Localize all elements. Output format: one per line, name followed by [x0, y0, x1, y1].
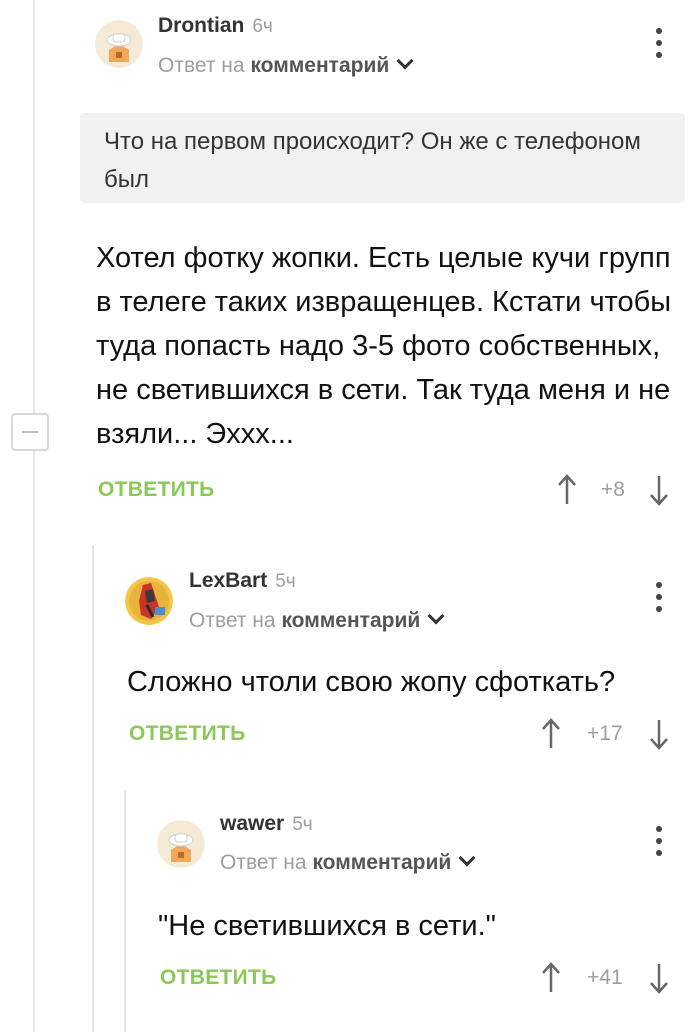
arrow-up-icon[interactable]	[541, 718, 561, 750]
reply-to[interactable]: Ответ на комментарий	[189, 607, 445, 633]
collapse-icon[interactable]	[11, 413, 49, 451]
thread-line-level1	[92, 545, 94, 1032]
avatar[interactable]	[157, 820, 205, 868]
arrow-down-icon[interactable]	[649, 718, 669, 750]
avatar[interactable]	[125, 577, 173, 625]
reply-to[interactable]: Ответ на комментарий	[220, 849, 476, 875]
comment-time: 6ч	[252, 16, 273, 37]
arrow-up-icon[interactable]	[541, 962, 561, 994]
chevron-down-icon[interactable]	[427, 607, 445, 625]
avatar-chef-icon	[95, 20, 143, 68]
reply-button[interactable]: ОТВЕТИТЬ	[160, 966, 277, 990]
reply-to-link[interactable]: комментарий	[281, 609, 420, 632]
comment-time: 5ч	[292, 814, 313, 835]
arrow-down-icon[interactable]	[649, 962, 669, 994]
reply-to[interactable]: Ответ на комментарий	[158, 52, 414, 78]
reply-button[interactable]: ОТВЕТИТЬ	[98, 478, 215, 502]
reply-button[interactable]: ОТВЕТИТЬ	[129, 722, 246, 746]
arrow-down-icon[interactable]	[649, 474, 669, 506]
thread-line-level2	[124, 790, 126, 1032]
vote-score: +8	[601, 478, 625, 501]
chevron-down-icon[interactable]	[458, 849, 476, 867]
comment-time: 5ч	[275, 571, 296, 592]
quoted-comment[interactable]: Что на первом происходит? Он же с телефо…	[80, 113, 685, 203]
thread-line-root	[33, 0, 35, 1032]
more-icon[interactable]	[647, 578, 671, 618]
avatar-chef-icon	[157, 820, 205, 868]
comment-text: Сложно чтоли свою жопу сфоткать?	[127, 666, 616, 698]
author-name[interactable]: Drontian 6ч	[158, 14, 273, 38]
avatar[interactable]	[95, 20, 143, 68]
arrow-up-icon[interactable]	[557, 474, 577, 506]
author-name[interactable]: LexBart 5ч	[189, 569, 296, 593]
comment-text: "Не светившихся в сети."	[158, 910, 496, 942]
comment-text: Хотел фотку жопки. Есть целые кучи групп…	[96, 242, 672, 450]
reply-to-link[interactable]: комментарий	[312, 851, 451, 874]
avatar-image	[125, 577, 173, 625]
more-icon[interactable]	[647, 24, 671, 64]
vote-score: +17	[587, 722, 623, 745]
reply-to-link[interactable]: комментарий	[250, 54, 389, 77]
author-name[interactable]: wawer 5ч	[220, 812, 313, 836]
vote-score: +41	[587, 966, 623, 989]
chevron-down-icon[interactable]	[396, 52, 414, 70]
more-icon[interactable]	[647, 822, 671, 862]
